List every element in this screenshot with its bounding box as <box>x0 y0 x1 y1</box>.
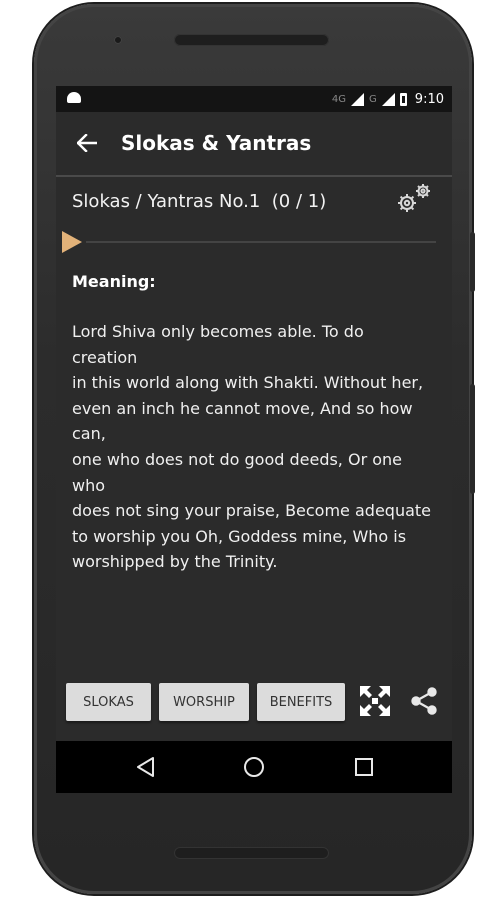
meaning-line: one who does not do good deeds, Or one w… <box>72 449 403 495</box>
meaning-line: Lord Shiva only becomes able. To do crea… <box>72 322 364 367</box>
volume-button <box>470 232 475 292</box>
seek-bar[interactable] <box>86 241 436 243</box>
gears-icon[interactable] <box>394 182 436 216</box>
system-navigation-bar <box>56 741 452 793</box>
meaning-line: to worship you Oh, Goddess mine, Who is <box>72 526 407 546</box>
battery-icon <box>399 92 407 106</box>
app-bar: Slokas & Yantras <box>56 112 452 177</box>
screen: 4G G 9:10 Slokas & Yantras Slokas / Yant… <box>56 86 452 793</box>
status-icons: 4G G 9:10 <box>332 86 444 112</box>
bottom-speaker <box>174 847 329 859</box>
benefits-button[interactable]: BENEFITS <box>257 683 345 721</box>
share-icon[interactable] <box>408 685 440 717</box>
top-speaker <box>174 34 329 46</box>
signal-icon-2 <box>381 92 395 106</box>
nav-recents-icon[interactable] <box>353 756 375 778</box>
signal-icon <box>351 92 365 106</box>
status-bar: 4G G 9:10 <box>56 86 452 112</box>
worship-button[interactable]: WORSHIP <box>159 683 249 721</box>
slokas-button[interactable]: SLOKAS <box>66 683 151 721</box>
fullscreen-arrows-icon[interactable] <box>358 684 392 718</box>
sloka-number-header: Slokas / Yantras No.1 (0 / 1) <box>72 191 327 212</box>
app-title: Slokas & Yantras <box>121 131 312 155</box>
meaning-line: worshipped by the Trinity. <box>72 552 278 572</box>
meaning-line: in this world along with Shakti. Without… <box>72 373 424 393</box>
meaning-line: does not sing your praise, Become adequa… <box>72 501 432 521</box>
power-button <box>470 384 475 494</box>
meaning-text: Lord Shiva only becomes able. To do crea… <box>72 319 432 575</box>
back-button[interactable] <box>74 130 100 156</box>
network-type-label: 4G <box>331 93 347 105</box>
meaning-label: Meaning: <box>72 272 156 291</box>
nav-back-icon[interactable] <box>134 755 158 779</box>
meaning-line: even an inch he cannot move, And so how … <box>72 398 413 444</box>
bottom-action-bar: SLOKAS WORSHIP BENEFITS <box>56 680 452 728</box>
audio-player <box>62 231 442 253</box>
android-notification-icon <box>67 92 81 103</box>
front-camera <box>114 36 122 44</box>
status-time: 9:10 <box>414 91 444 107</box>
play-icon[interactable] <box>62 231 82 253</box>
network-type-label-2: G <box>369 93 377 105</box>
nav-home-icon[interactable] <box>242 755 266 779</box>
arrow-left-icon <box>77 134 97 152</box>
